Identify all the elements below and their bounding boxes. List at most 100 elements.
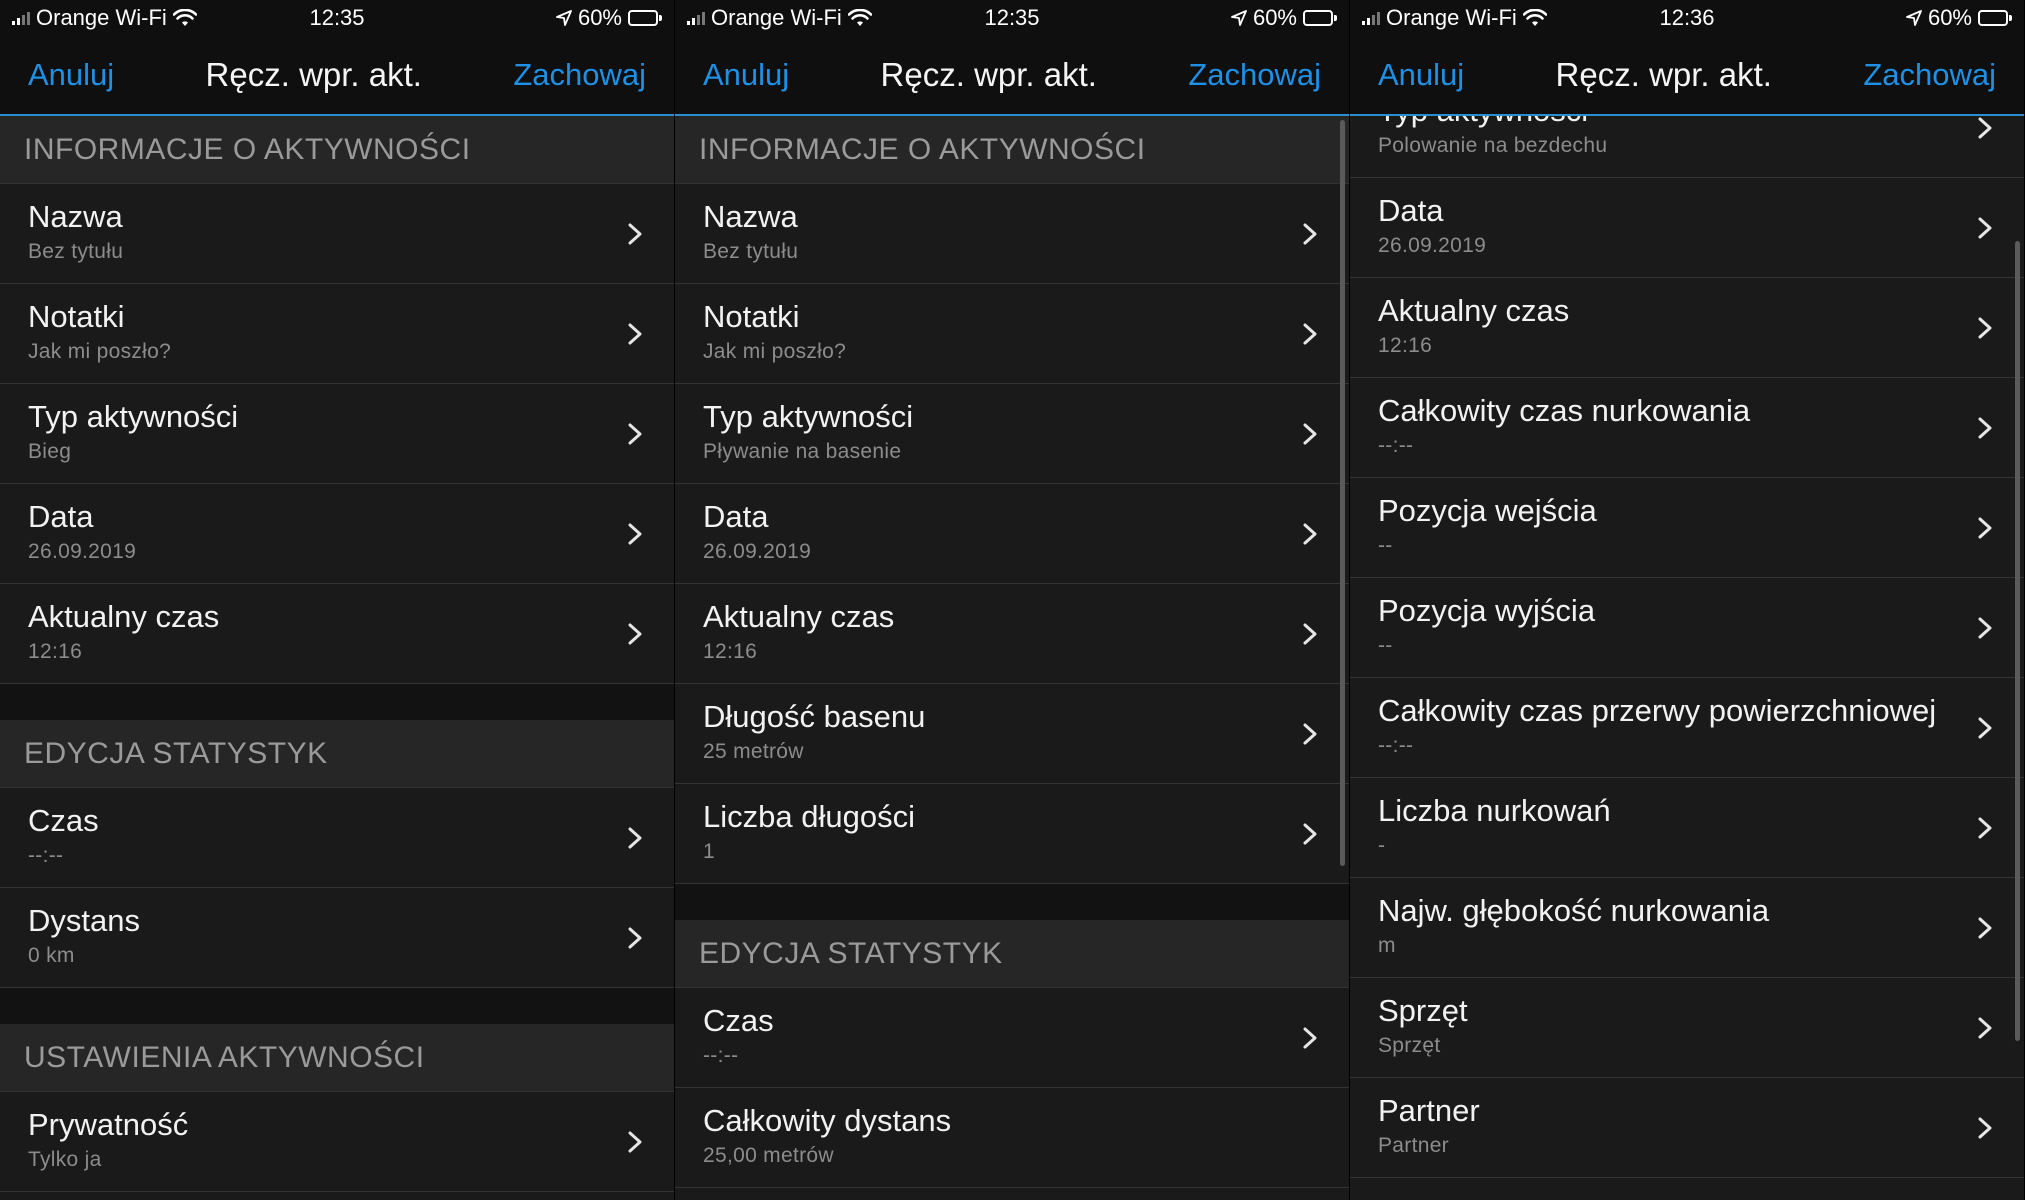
list-item-title: Całkowity dystans <box>703 1103 952 1138</box>
list-item-value: --:-- <box>28 844 64 867</box>
list-item[interactable]: Sprzęt Sprzęt <box>1350 978 2024 1078</box>
list-item[interactable]: Najw. głębokość nurkowania m <box>1350 878 2024 978</box>
list-item-title: Typ aktywności <box>28 399 239 434</box>
list-item[interactable]: Liczba nurkowań - <box>1350 778 2024 878</box>
list-item-value: Polowanie na bezdechu <box>1378 134 1608 157</box>
list-item[interactable]: Liczba długości 1 <box>675 784 1349 884</box>
settings-list[interactable]: INFORMACJE O AKTYWNOŚCI Nazwa Bez tytułu No… <box>0 116 674 1200</box>
status-bar: Orange Wi-Fi 12:35 60% <box>675 0 1349 36</box>
chevron-right-icon <box>624 423 646 445</box>
list-item-title: Całkowity czas nurkowania <box>1378 393 1751 428</box>
list-item-value: Partner <box>1378 1134 1449 1157</box>
carrier-label: Orange Wi-Fi <box>1386 5 1517 30</box>
save-button[interactable]: Zachowaj <box>513 57 646 93</box>
list-item-value: 26.09.2019 <box>703 540 812 563</box>
save-button[interactable]: Zachowaj <box>1188 57 1321 93</box>
battery-percent: 60% <box>1252 5 1297 30</box>
chevron-right-icon <box>1974 317 1996 339</box>
list-item[interactable]: Partner Partner <box>1350 1078 2024 1178</box>
cancel-button[interactable]: Anuluj <box>28 57 114 93</box>
scrollbar-thumb[interactable] <box>2015 241 2020 1041</box>
list-item[interactable]: Aktualny czas 12:16 <box>675 584 1349 684</box>
list-item[interactable]: Długość basenu 25 metrów <box>675 684 1349 784</box>
list-item-value: Bez tytułu <box>703 240 799 263</box>
list-item-title: Aktualny czas <box>28 599 220 634</box>
chevron-right-icon <box>624 623 646 645</box>
list-item-title: Data <box>28 499 94 534</box>
navigation-bar: Anuluj Ręcz. wpr. akt. Zachowaj <box>1350 36 2024 116</box>
scrollbar-thumb[interactable] <box>1340 120 1345 866</box>
chevron-right-icon <box>1299 823 1321 845</box>
page-title: Ręcz. wpr. akt. <box>205 56 422 93</box>
list-item[interactable]: Dystans 0 km <box>0 888 674 988</box>
list-item[interactable]: Notatki Jak mi poszło? <box>0 284 674 384</box>
chevron-right-icon <box>1974 817 1996 839</box>
signal-icon <box>1362 11 1380 25</box>
chevron-right-icon <box>1299 323 1321 345</box>
list-item[interactable]: Całkowity dystans 25,00 metrów <box>675 1088 1349 1188</box>
cancel-button[interactable]: Anuluj <box>1378 57 1464 93</box>
list-item[interactable]: Prywatność Tylko ja <box>0 1092 674 1192</box>
list-item-title: Nazwa <box>703 199 798 234</box>
list-item[interactable]: Aktualny czas 12:16 <box>1350 278 2024 378</box>
list-item[interactable]: Czas --:-- <box>675 988 1349 1088</box>
list-item-title: Całkowity czas przerwy powierzchniowej <box>1378 693 1937 728</box>
list-item-value: Jak mi poszło? <box>28 340 172 363</box>
list-item[interactable]: Data 26.09.2019 <box>1350 178 2024 278</box>
list-scroll-content: Typ aktywności Polowanie na bezdechu Data 2… <box>1350 116 2024 1178</box>
list-item-title: Długość basenu <box>703 699 926 734</box>
list-item[interactable]: Typ aktywności Bieg <box>0 384 674 484</box>
list-item-title: Dystans <box>28 903 140 938</box>
list-item[interactable]: Data 26.09.2019 <box>675 484 1349 584</box>
list-item[interactable]: Typ aktywności Polowanie na bezdechu <box>1350 116 2024 178</box>
page-title: Ręcz. wpr. akt. <box>1555 56 1772 93</box>
list-item-title: Typ aktywności <box>1378 116 1944 130</box>
cancel-button[interactable]: Anuluj <box>703 57 789 93</box>
chevron-right-icon <box>624 223 646 245</box>
list-item-value: 0 km <box>28 944 75 967</box>
list-item-value: 25,00 metrów <box>703 1144 834 1167</box>
list-item[interactable]: Czas --:-- <box>0 788 674 888</box>
page-title: Ręcz. wpr. akt. <box>880 56 1097 93</box>
chevron-right-icon <box>624 323 646 345</box>
navigation-bar: Anuluj Ręcz. wpr. akt. Zachowaj <box>675 36 1349 116</box>
list-item[interactable]: Nazwa Bez tytułu <box>675 184 1349 284</box>
list-item-value: Tylko ja <box>28 1148 102 1171</box>
chevron-right-icon <box>1974 517 1996 539</box>
list-item[interactable]: Pozycja wyjścia -- <box>1350 578 2024 678</box>
signal-icon <box>12 11 30 25</box>
chevron-right-icon <box>624 523 646 545</box>
chevron-right-icon <box>1299 623 1321 645</box>
chevron-right-icon <box>1974 717 1996 739</box>
list-item-title: Prywatność <box>28 1107 189 1142</box>
list-item-value: Bieg <box>28 440 72 463</box>
list-item[interactable]: Pozycja wejścia -- <box>1350 478 2024 578</box>
list-item-value: Jak mi poszło? <box>703 340 847 363</box>
wifi-icon <box>172 9 197 26</box>
list-item[interactable]: Typ aktywności Pływanie na basenie <box>675 384 1349 484</box>
list-item-value: 1 <box>703 840 715 863</box>
list-item[interactable]: Aktualny czas 12:16 <box>0 584 674 684</box>
list-scroll-content: INFORMACJE O AKTYWNOŚCI Nazwa Bez tytułu No… <box>675 116 1349 1188</box>
list-item[interactable]: Całkowity czas nurkowania --:-- <box>1350 378 2024 478</box>
save-button[interactable]: Zachowaj <box>1863 57 1996 93</box>
list-item[interactable]: Całkowity czas przerwy powierzchniowej --… <box>1350 678 2024 778</box>
screens-container: Orange Wi-Fi 12:35 60% Anuluj Ręcz. wpr.… <box>0 0 2025 1200</box>
list-item-value: 12:16 <box>1378 334 1433 357</box>
chevron-right-icon <box>1299 223 1321 245</box>
list-item[interactable]: Data 26.09.2019 <box>0 484 674 584</box>
list-item[interactable]: Notatki Jak mi poszło? <box>675 284 1349 384</box>
settings-list[interactable]: Typ aktywności Polowanie na bezdechu Data 2… <box>1350 116 2024 1200</box>
settings-list[interactable]: INFORMACJE O AKTYWNOŚCI Nazwa Bez tytułu No… <box>675 116 1349 1200</box>
signal-icon <box>687 11 705 25</box>
chevron-right-icon <box>1974 1017 1996 1039</box>
list-item-title: Pozycja wyjścia <box>1378 593 1596 628</box>
list-item-title: Data <box>703 499 769 534</box>
chevron-right-icon <box>1299 523 1321 545</box>
list-item[interactable]: Nazwa Bez tytułu <box>0 184 674 284</box>
chevron-right-icon <box>1974 1117 1996 1139</box>
list-item-value: -- <box>1378 534 1393 557</box>
chevron-right-icon <box>1974 917 1996 939</box>
list-item-value: Bez tytułu <box>28 240 124 263</box>
list-item-value: 26.09.2019 <box>28 540 137 563</box>
